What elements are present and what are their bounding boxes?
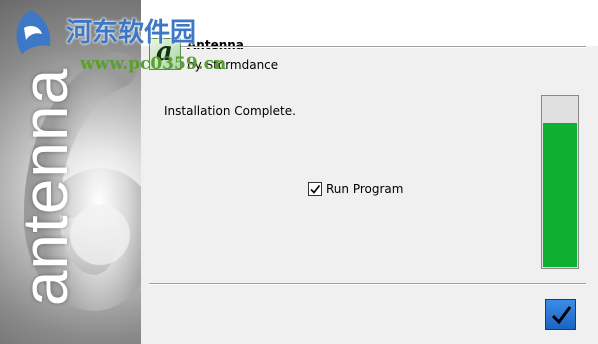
finish-button[interactable] (545, 299, 576, 330)
install-progress-fill (543, 122, 577, 267)
run-program-label: Run Program (326, 182, 404, 196)
run-program-checkbox[interactable] (308, 182, 322, 196)
checkmark-icon (551, 305, 571, 324)
watermark-logo-icon (16, 10, 51, 54)
checkbox-check-icon (310, 185, 321, 194)
watermark-title: 河东软件园 (66, 18, 197, 48)
run-program-checkbox-row[interactable]: Run Program (308, 182, 403, 196)
header-divider (149, 46, 586, 48)
status-text: Installation Complete. (164, 104, 296, 118)
footer-divider (149, 283, 586, 285)
install-progress-bar (541, 95, 579, 269)
banner-vertical-text: antenna (9, 67, 81, 307)
watermark-url: www.pc0359.cn (80, 54, 227, 74)
watermark: 河东软件园 www.pc0359.cn (8, 8, 226, 74)
